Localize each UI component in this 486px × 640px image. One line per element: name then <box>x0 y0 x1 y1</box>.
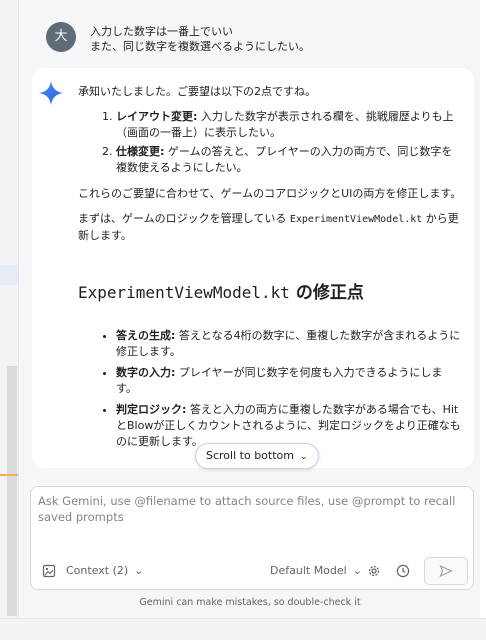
user-message-line: 入力した数字は一番上でいい <box>90 25 233 38</box>
chevron-down-icon: ⌄ <box>134 564 144 577</box>
gutter-scrollbar[interactable] <box>7 366 17 616</box>
context-dropdown[interactable]: Context (2) ⌄ <box>66 561 143 581</box>
context-label: Context (2) <box>66 564 129 577</box>
chevron-down-icon: ⌄ <box>299 452 308 462</box>
left-gutter <box>0 0 19 639</box>
paragraph: これらのご要望に合わせて、ゲームのコアロジックとUIの両方を修正します。 <box>78 187 462 200</box>
gemini-sparkle-icon <box>39 81 63 105</box>
request-item: レイアウト変更: 入力した数字が表示される欄を、挑戦履歴よりも上（画面の一番上）… <box>116 109 463 141</box>
model-label: Default Model <box>270 564 347 577</box>
change-item: 数字の入力: プレイヤーが同じ数字を何度も入力できるようにします。 <box>116 365 463 397</box>
heading-code: ExperimentViewModel.kt <box>78 283 290 302</box>
change-item: 答えの生成: 答えとなる4桁の数字に、重複した数字が含まれるように修正します。 <box>116 328 463 360</box>
gutter-selection <box>0 265 18 285</box>
send-button[interactable] <box>424 557 468 585</box>
gear-icon[interactable] <box>367 564 381 578</box>
prompt-input[interactable]: Ask Gemini, use @filename to attach sour… <box>30 486 474 590</box>
request-list: レイアウト変更: 入力した数字が表示される欄を、挑戦履歴よりも上（画面の一番上）… <box>78 109 463 176</box>
user-message-text: 入力した数字は一番上でいい また、同じ数字を複数選べるようにしたい。 <box>90 24 470 54</box>
change-list: 答えの生成: 答えとなる4桁の数字に、重複した数字が含まれるように修正します。 … <box>78 328 463 450</box>
assistant-message-body: 承知いたしました。ご要望は以下の2点ですね。 レイアウト変更: 入力した数字が表… <box>78 84 463 455</box>
disclaimer: Gemini can make mistakes, so double-chec… <box>139 597 361 608</box>
add-image-icon[interactable] <box>42 564 56 578</box>
send-icon <box>439 564 453 578</box>
bottom-status-bar <box>0 618 486 640</box>
model-dropdown[interactable]: Default Model ⌄ <box>270 561 362 581</box>
prompt-placeholder: Ask Gemini, use @filename to attach sour… <box>38 494 456 524</box>
paragraph: まずは、ゲームのロジックを管理している ExperimentViewModel.… <box>78 211 463 244</box>
chevron-down-icon: ⌄ <box>352 564 362 577</box>
input-toolbar: Context (2) ⌄ Default Model ⌄ <box>31 557 473 585</box>
history-icon[interactable] <box>396 564 410 578</box>
assistant-message: 承知いたしました。ご要望は以下の2点ですね。 レイアウト変更: 入力した数字が表… <box>32 68 474 468</box>
user-message: 大 入力した数字は一番上でいい また、同じ数字を複数選べるようにしたい。 <box>32 6 474 62</box>
inline-code: ExperimentViewModel.kt <box>289 214 423 225</box>
gutter-marker <box>0 474 18 476</box>
change-title: 判定ロジック: <box>116 403 187 416</box>
request-title: 仕様変更: <box>116 145 165 158</box>
scroll-to-bottom-button[interactable]: Scroll to bottom ⌄ <box>195 443 319 469</box>
change-title: 数字の入力: <box>116 366 176 379</box>
heading-text: の修正点 <box>289 283 364 303</box>
user-avatar: 大 <box>46 22 76 52</box>
request-title: レイアウト変更: <box>116 110 198 123</box>
section-heading: ExperimentViewModel.kt の修正点 <box>78 282 463 304</box>
user-message-line: また、同じ数字を複数選べるようにしたい。 <box>90 40 310 53</box>
request-item: 仕様変更: ゲームの答えと、プレイヤーの入力の両方で、同じ数字を複数使えるように… <box>116 144 463 176</box>
request-text: ゲームの答えと、プレイヤーの入力の両方で、同じ数字を複数使えるようにしたい。 <box>116 145 453 174</box>
change-title: 答えの生成: <box>116 329 176 342</box>
intro-text: 承知いたしました。ご要望は以下の2点ですね。 <box>78 85 316 98</box>
paragraph-text: まずは、ゲームのロジックを管理している <box>78 212 290 225</box>
scroll-to-bottom-label: Scroll to bottom <box>206 449 294 462</box>
